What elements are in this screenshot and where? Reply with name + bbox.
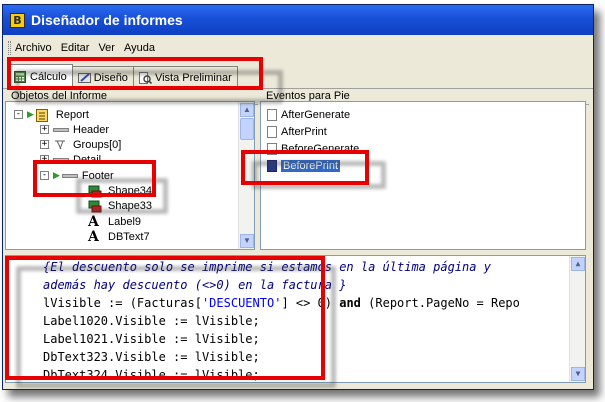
expand-icon[interactable]: + — [40, 125, 49, 134]
shape-icon — [88, 200, 104, 212]
tab-vista-preliminar[interactable]: Vista Preliminar — [132, 66, 238, 88]
code-line: DbText324.Visible := lVisible; — [43, 368, 260, 382]
code-scrollbar[interactable]: ▲ ▼ — [569, 256, 585, 382]
scroll-down-icon[interactable]: ▼ — [240, 234, 254, 248]
code-comment-line: {El descuento solo se imprime si estamos… — [43, 260, 491, 274]
tree-item-label: Shape33 — [108, 199, 153, 212]
window-title: Diseñador de informes — [31, 12, 183, 28]
code-line: DbText323.Visible := lVisible; — [43, 350, 260, 364]
document-icon — [267, 126, 277, 138]
document-icon — [267, 109, 277, 121]
menu-ver[interactable]: Ver — [98, 42, 115, 54]
tree-item-label: Label9 — [108, 215, 142, 228]
tab-diseno[interactable]: Diseño — [71, 66, 134, 88]
expand-icon[interactable]: + — [40, 140, 49, 149]
code-line: Label1020.Visible := lVisible; — [43, 314, 260, 328]
report-icon — [35, 108, 52, 122]
band-icon — [53, 124, 69, 136]
tree-item-label: Detail — [73, 153, 102, 166]
event-before-generate[interactable]: BeforeGenerate — [267, 141, 359, 157]
code-text: lVisible := (Facturas[ — [43, 296, 202, 310]
code-comment-line: además hay descuento (<>0) en la factura… — [43, 278, 347, 292]
event-label: AfterGenerate — [281, 109, 351, 121]
tree-item-shape33[interactable]: Shape33 — [88, 198, 152, 213]
tree-item-label: DBText7 — [108, 230, 150, 243]
event-label: AfterPrint — [281, 126, 327, 138]
event-after-print[interactable]: AfterPrint — [267, 124, 327, 140]
document-icon — [267, 143, 277, 155]
label-icon: A — [88, 228, 99, 245]
tree-item-label: Footer — [81, 169, 114, 182]
tree-item-label: Header — [73, 123, 110, 136]
design-icon — [77, 72, 91, 84]
tab-vista-preliminar-label: Vista Preliminar — [154, 71, 232, 84]
tree-item-label: Groups[0] — [73, 138, 122, 151]
play-icon: ▶ — [27, 109, 34, 119]
tab-bar: Cálculo Diseño Vista Preliminar — [3, 63, 593, 89]
code-line: lVisible := (Facturas['DESCUENTO'] <> 0)… — [43, 294, 520, 312]
code-text: ] <> 0) — [281, 296, 340, 310]
calculator-icon — [14, 70, 26, 83]
preview-icon — [138, 71, 153, 84]
code-line: Label1021.Visible := lVisible; — [43, 332, 260, 346]
tree-item-detail[interactable]: + Detail — [40, 152, 101, 167]
band-icon — [61, 170, 78, 182]
expand-icon[interactable]: + — [40, 155, 49, 164]
collapse-icon[interactable]: - — [40, 171, 49, 180]
tree-item-header[interactable]: + Header — [40, 122, 109, 137]
tree-item-report[interactable]: - ▶ Report — [14, 107, 89, 122]
tree-item-groups[interactable]: + Groups[0] — [40, 137, 121, 152]
tree-item-footer[interactable]: - ▶ Footer — [40, 168, 114, 183]
menu-bar: Archivo Editar Ver Ayuda — [3, 36, 593, 60]
app-icon: B — [10, 12, 25, 28]
menu-ayuda[interactable]: Ayuda — [124, 42, 155, 54]
band-icon — [53, 154, 69, 166]
collapse-icon[interactable]: - — [14, 110, 23, 119]
tab-calculo[interactable]: Cálculo — [8, 64, 73, 88]
event-after-generate[interactable]: AfterGenerate — [267, 107, 350, 123]
title-bar[interactable]: B Diseñador de informes — [3, 5, 593, 35]
event-label: BeforePrint — [281, 160, 341, 172]
code-editor[interactable]: {El descuento solo se imprime si estamos… — [5, 255, 586, 383]
menu-editar[interactable]: Editar — [61, 42, 90, 54]
scroll-down-icon[interactable]: ▼ — [571, 367, 585, 381]
tree-item-label9[interactable]: A Label9 — [88, 214, 141, 229]
label-icon: A — [88, 213, 99, 230]
scroll-up-icon[interactable]: ▲ — [571, 257, 585, 271]
scroll-up-icon[interactable]: ▲ — [240, 103, 254, 117]
tree-item-shape34[interactable]: Shape34 — [88, 183, 152, 198]
report-objects-tree[interactable]: - ▶ Report + Header + Groups[0] + Detail… — [5, 101, 255, 250]
scroll-thumb[interactable] — [240, 118, 254, 140]
tab-calculo-label: Cálculo — [30, 70, 67, 83]
code-text: (Report.PageNo = Repo — [360, 296, 520, 310]
events-list[interactable]: AfterGenerate AfterPrint BeforeGenerate … — [260, 101, 586, 250]
tree-item-label: Shape34 — [108, 184, 153, 197]
event-before-print[interactable]: BeforePrint — [267, 158, 341, 174]
play-icon: ▶ — [53, 170, 60, 180]
tree-scrollbar[interactable]: ▲ ▼ — [238, 102, 254, 249]
event-label: BeforeGenerate — [281, 143, 360, 155]
document-icon — [267, 160, 277, 172]
shape-icon — [88, 185, 104, 197]
tab-diseno-label: Diseño — [93, 71, 128, 84]
code-keyword: and — [339, 296, 361, 310]
menu-archivo[interactable]: Archivo — [15, 42, 52, 54]
code-string: 'DESCUENTO' — [201, 296, 282, 310]
group-icon — [53, 139, 69, 151]
menu-grip-icon — [8, 41, 11, 55]
tree-item-dbtext7[interactable]: A DBText7 — [88, 229, 150, 244]
tree-item-label: Report — [55, 108, 89, 121]
